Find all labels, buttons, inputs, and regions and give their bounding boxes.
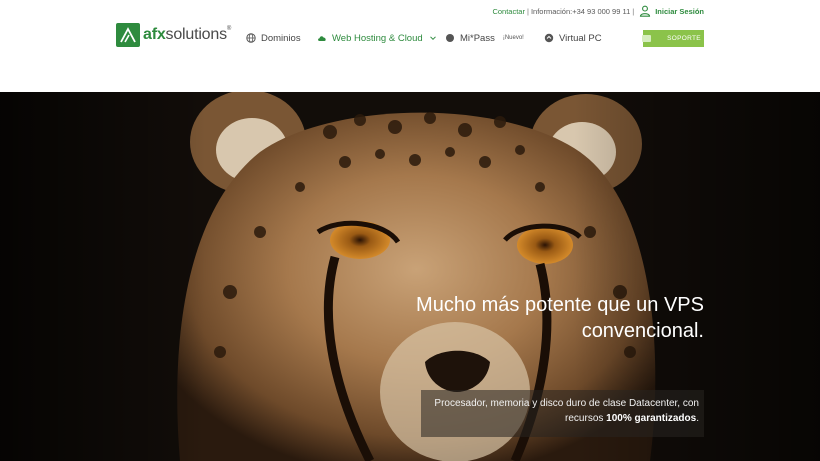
info-label: Información: bbox=[530, 6, 573, 16]
hero-subtext-end: . bbox=[696, 413, 699, 424]
nav-item-mipass[interactable]: Mi*Pass ¡Nuevo! bbox=[445, 28, 524, 48]
hero-banner: Mucho más potente que un VPS convenciona… bbox=[0, 92, 820, 461]
globe-icon bbox=[246, 33, 256, 43]
hero-subtext-strong: 100% garantizados bbox=[606, 413, 697, 424]
nav-item-web-hosting[interactable]: Web Hosting & Cloud bbox=[317, 28, 437, 48]
logo-mark-icon bbox=[116, 23, 140, 47]
separator: | bbox=[632, 6, 635, 16]
cloud-icon bbox=[318, 36, 326, 41]
brand-logo[interactable]: afxsolutions® bbox=[116, 22, 231, 48]
logo-text: afxsolutions® bbox=[143, 26, 231, 44]
nav-label: Virtual PC bbox=[559, 32, 602, 44]
support-button[interactable]: SOPORTE bbox=[642, 30, 704, 47]
logo-text-rest: solutions bbox=[165, 26, 228, 43]
new-badge: ¡Nuevo! bbox=[502, 35, 524, 41]
nav-item-virtual-pc[interactable]: Virtual PC bbox=[544, 28, 602, 48]
phone-number[interactable]: +34 93 000 99 11 bbox=[572, 7, 630, 16]
hero-headline: Mucho más potente que un VPS convenciona… bbox=[416, 292, 704, 344]
logo-text-strong: afx bbox=[143, 26, 166, 43]
hero-subtext-box: Procesador, memoria y disco duro de clas… bbox=[421, 390, 704, 437]
login-link[interactable]: Iniciar Sesión bbox=[655, 7, 704, 16]
headline-line-1: Mucho más potente que un VPS bbox=[416, 294, 704, 316]
nav-item-dominios[interactable]: Dominios bbox=[246, 28, 301, 48]
virtual-pc-icon bbox=[544, 33, 554, 43]
support-label: SOPORTE bbox=[667, 35, 701, 42]
chevron-down-icon bbox=[429, 36, 436, 41]
utility-bar: Contactar | Información: +34 93 000 99 1… bbox=[492, 4, 704, 18]
ticket-icon bbox=[642, 35, 652, 42]
mipass-icon bbox=[446, 34, 454, 42]
user-icon[interactable] bbox=[639, 5, 651, 17]
headline-line-2: convencional. bbox=[581, 320, 704, 342]
nav-label: Web Hosting & Cloud bbox=[332, 32, 423, 44]
nav-label: Mi*Pass bbox=[460, 32, 495, 44]
logo-registered-mark: ® bbox=[226, 26, 232, 32]
nav-label: Dominios bbox=[261, 32, 301, 44]
contact-link[interactable]: Contactar bbox=[492, 7, 525, 16]
separator: | bbox=[526, 6, 529, 16]
